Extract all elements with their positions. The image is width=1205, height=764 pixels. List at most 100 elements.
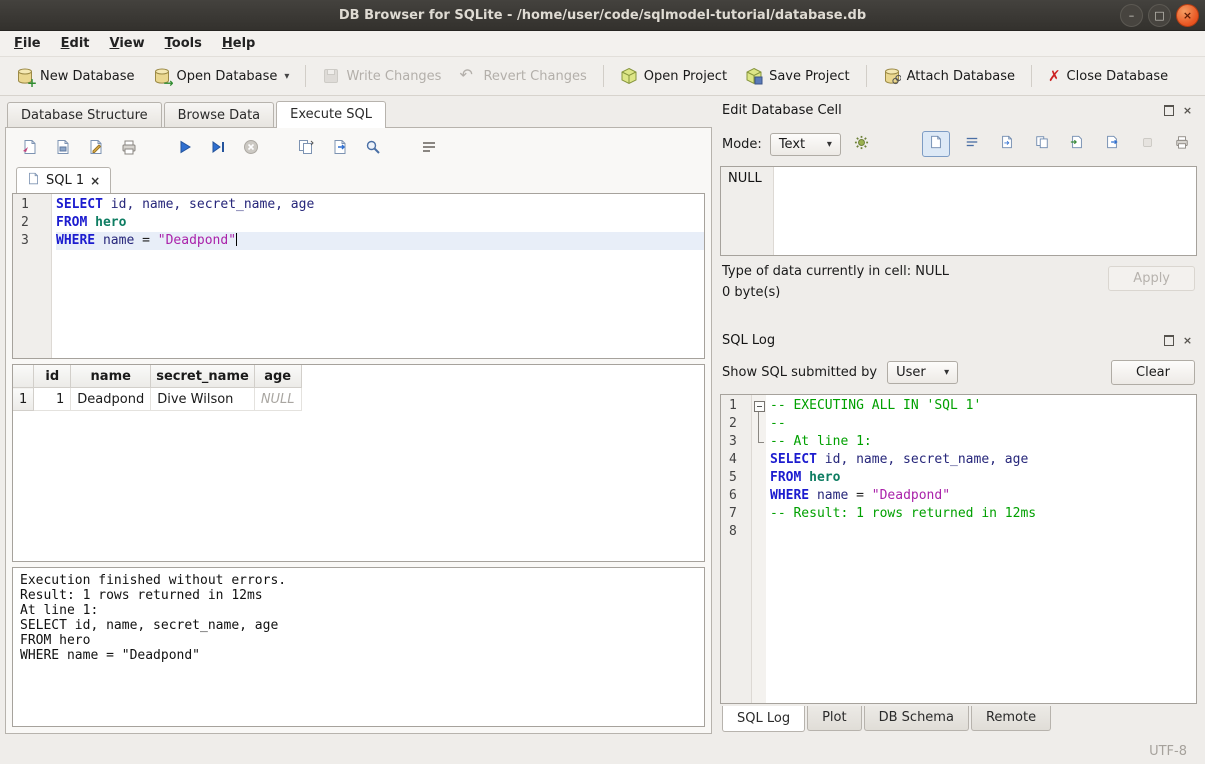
float-dock-icon	[1164, 335, 1174, 346]
maximize-button[interactable]: □	[1148, 4, 1171, 27]
document-icon	[1000, 135, 1014, 153]
encoding-indicator[interactable]: UTF-8	[1149, 744, 1187, 759]
main-content: Database Structure Browse Data Execute S…	[0, 96, 1205, 738]
execute-sql-panel: SQL 1 × 1 2 3 SELECT id, name, secret_na…	[5, 127, 712, 734]
execution-message[interactable]: Execution finished without errors. Resul…	[12, 567, 705, 727]
execute-all-button[interactable]	[173, 137, 197, 161]
cell-name[interactable]: Deadpond	[71, 388, 151, 411]
open-database-dropdown-icon[interactable]: ▾	[284, 71, 289, 82]
revert-changes-icon: ↶	[459, 67, 477, 85]
tab-db-schema[interactable]: DB Schema	[864, 706, 969, 731]
revert-changes-button: ↶ Revert Changes	[451, 62, 594, 90]
edit-cell-title: Edit Database Cell	[722, 103, 1157, 118]
save-sql-file-icon	[55, 139, 71, 159]
execute-line-button[interactable]	[206, 137, 230, 161]
sql-file-icon	[27, 172, 40, 189]
menu-tools[interactable]: Tools	[155, 33, 212, 54]
tab-execute-sql[interactable]: Execute SQL	[276, 101, 386, 128]
mode-select[interactable]: Text ▾	[770, 133, 841, 156]
find-replace-button[interactable]	[361, 137, 385, 161]
text-view-button[interactable]	[922, 131, 950, 157]
open-sql-file-button[interactable]	[18, 137, 42, 161]
column-header-age[interactable]: age	[254, 365, 301, 388]
row-number[interactable]: 1	[13, 388, 34, 411]
close-dock-button[interactable]: ×	[1180, 103, 1195, 118]
log-fold-margin	[752, 395, 766, 703]
menu-file[interactable]: File	[4, 33, 51, 54]
clear-log-button[interactable]: Clear	[1111, 360, 1195, 385]
apply-button[interactable]: Apply	[1108, 266, 1195, 291]
sql-tab-bar: SQL 1 ×	[12, 165, 705, 194]
column-header-name[interactable]: name	[71, 365, 151, 388]
open-database-button[interactable]: → Open Database ▾	[145, 62, 298, 90]
stop-button	[239, 137, 263, 161]
tab-plot[interactable]: Plot	[807, 706, 862, 731]
tab-remote[interactable]: Remote	[971, 706, 1051, 731]
open-external-button[interactable]	[994, 132, 1020, 156]
fold-marker-collapse[interactable]	[752, 397, 766, 415]
open-project-button[interactable]: Open Project	[612, 62, 735, 90]
editor-text: SELECT id, name, secret_name, age FROM h…	[52, 194, 704, 358]
cell-secret-name[interactable]: Dive Wilson	[151, 388, 255, 411]
close-database-button[interactable]: ✗ Close Database	[1040, 64, 1176, 89]
corner-header[interactable]	[13, 365, 34, 388]
tab-sql-log[interactable]: SQL Log	[722, 706, 805, 732]
print-icon	[121, 139, 137, 159]
column-header-secret-name[interactable]: secret_name	[151, 365, 255, 388]
minimize-icon: –	[1129, 10, 1135, 21]
float-dock-button[interactable]	[1161, 333, 1176, 348]
save-sql-as-button[interactable]	[84, 137, 108, 161]
cell-info-row: Type of data currently in cell: NULL 0 b…	[720, 256, 1197, 322]
menu-view[interactable]: View	[100, 33, 155, 54]
menu-edit[interactable]: Edit	[51, 33, 100, 54]
copy-cell-button[interactable]	[1029, 132, 1055, 156]
close-sql-tab-icon[interactable]: ×	[90, 174, 100, 188]
auto-mode-button[interactable]	[849, 132, 875, 156]
open-project-icon	[620, 67, 638, 85]
sql-tab-sql1[interactable]: SQL 1 ×	[16, 167, 111, 194]
word-wrap-button[interactable]	[417, 137, 441, 161]
stop-icon	[243, 139, 259, 159]
float-dock-button[interactable]	[1161, 103, 1176, 118]
toolbar-separator	[603, 65, 604, 87]
word-wrap-cell-button[interactable]	[959, 132, 985, 156]
close-dock-icon: ×	[1183, 104, 1192, 117]
print-sql-button[interactable]	[117, 137, 141, 161]
window-controls: – □ ×	[1120, 4, 1199, 27]
column-header-id[interactable]: id	[34, 365, 71, 388]
menu-help[interactable]: Help	[212, 33, 265, 54]
main-tab-bar: Database Structure Browse Data Execute S…	[5, 100, 712, 128]
log-line: -- At line 1:	[770, 433, 1196, 451]
cell-id[interactable]: 1	[34, 388, 71, 411]
export-results-button[interactable]	[328, 137, 352, 161]
cell-editor[interactable]: NULL	[720, 166, 1197, 256]
new-sql-tab-button[interactable]	[295, 137, 319, 161]
log-line-numbers: 1 2 3 4 5 6 7 8	[721, 395, 752, 703]
new-database-button[interactable]: + New Database	[8, 62, 143, 90]
close-button[interactable]: ×	[1176, 4, 1199, 27]
find-replace-icon	[365, 139, 381, 159]
sql-log-viewer[interactable]: 1 2 3 4 5 6 7 8	[720, 394, 1197, 704]
minimize-button[interactable]: –	[1120, 4, 1143, 27]
export-cell-button[interactable]	[1099, 132, 1125, 156]
save-project-button[interactable]: Save Project	[737, 62, 858, 90]
write-changes-button: Write Changes	[314, 62, 449, 90]
set-null-button[interactable]	[1134, 132, 1160, 156]
submitted-by-select[interactable]: User ▾	[887, 361, 958, 384]
tab-browse-data[interactable]: Browse Data	[164, 102, 275, 128]
log-line: WHERE name = "Deadpond"	[770, 487, 1196, 505]
titlebar[interactable]: DB Browser for SQLite - /home/user/code/…	[0, 0, 1205, 31]
print-cell-button[interactable]	[1169, 132, 1195, 156]
cell-type-info: Type of data currently in cell: NULL	[722, 264, 949, 279]
execute-all-icon	[177, 139, 193, 159]
close-dock-button[interactable]: ×	[1180, 333, 1195, 348]
editor-line-numbers: 1 2 3	[13, 194, 52, 358]
import-cell-button[interactable]	[1064, 132, 1090, 156]
log-text: -- EXECUTING ALL IN 'SQL 1' -- -- At lin…	[766, 395, 1196, 703]
save-sql-file-button[interactable]	[51, 137, 75, 161]
tab-database-structure[interactable]: Database Structure	[7, 102, 162, 128]
attach-database-button[interactable]: Attach Database	[875, 62, 1023, 90]
cell-age[interactable]: NULL	[254, 388, 301, 411]
sql-editor[interactable]: 1 2 3 SELECT id, name, secret_name, age …	[12, 193, 705, 359]
filter-label: Show SQL submitted by	[722, 365, 877, 380]
